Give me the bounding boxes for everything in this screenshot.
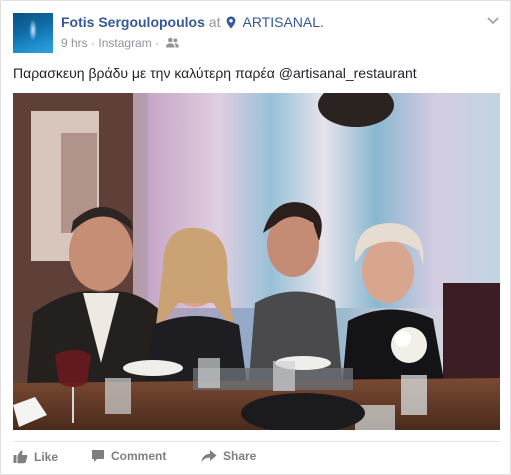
- like-button[interactable]: Like: [13, 449, 58, 464]
- location-pin-icon: [226, 16, 236, 29]
- thumbs-up-icon: [13, 450, 28, 464]
- location-link[interactable]: ARTISANAL.: [242, 14, 323, 30]
- post-meta: 9 hrs · Instagram ·: [61, 35, 180, 50]
- share-label: Share: [223, 449, 257, 463]
- meta-separator: ·: [91, 35, 96, 50]
- share-arrow-icon: [201, 450, 217, 462]
- chevron-down-icon[interactable]: [484, 11, 502, 29]
- author-avatar[interactable]: [13, 13, 53, 53]
- post-time[interactable]: 9 hrs: [61, 36, 88, 50]
- post-photo[interactable]: [13, 93, 500, 430]
- author-name[interactable]: Fotis Sergoulopoulos: [61, 14, 205, 30]
- meta-separator: ·: [155, 35, 160, 50]
- post-card: Fotis Sergoulopoulos at ARTISANAL. 9 hrs…: [0, 0, 511, 475]
- comment-icon: [92, 450, 104, 462]
- comment-button[interactable]: Comment: [91, 449, 166, 463]
- at-label: at: [208, 14, 221, 30]
- like-label: Like: [34, 450, 59, 464]
- action-bar: Like Comment Share: [13, 441, 500, 472]
- comment-label: Comment: [111, 449, 167, 463]
- share-button[interactable]: Share: [201, 449, 256, 463]
- friends-audience-icon[interactable]: [166, 37, 180, 48]
- post-header: Fotis Sergoulopoulos at ARTISANAL.: [61, 14, 324, 30]
- post-text: Παρασκευη βράδυ με την καλύτερη παρέα @a…: [13, 65, 417, 81]
- photo-illustration: [13, 93, 500, 430]
- post-source[interactable]: Instagram: [98, 36, 151, 50]
